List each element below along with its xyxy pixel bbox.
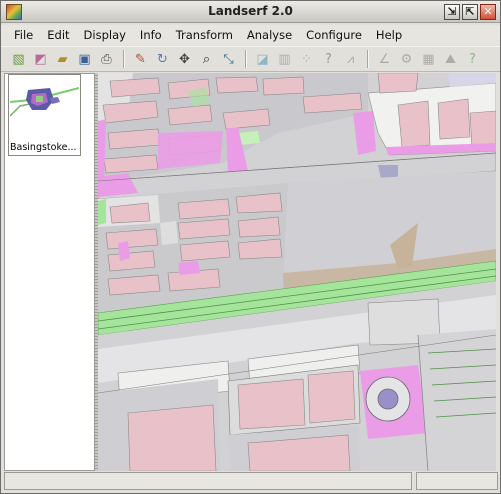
zoom-button[interactable]: ⌕ bbox=[197, 50, 216, 69]
rotate-icon: ↻ bbox=[157, 51, 168, 67]
window-title: Landserf 2.0 bbox=[208, 4, 293, 18]
angle-icon: ∠ bbox=[378, 51, 391, 67]
save-disk-icon: ▣ bbox=[78, 51, 91, 67]
map-right-edge bbox=[496, 73, 500, 471]
app-window: Landserf 2.0 ⇲ ⇱ ✕ File Edit Display Inf… bbox=[0, 0, 501, 494]
annotate-button[interactable]: ◪ bbox=[253, 50, 272, 69]
menu-file[interactable]: File bbox=[7, 26, 40, 44]
terrain-button[interactable]: ⛰ bbox=[441, 50, 460, 69]
save-disk-button[interactable]: ▣ bbox=[75, 50, 94, 69]
status-bar bbox=[4, 472, 498, 491]
status-field-main bbox=[4, 472, 412, 490]
grid-icon: ▦ bbox=[422, 51, 435, 67]
grid-button[interactable]: ▦ bbox=[419, 50, 438, 69]
help-icon: ? bbox=[469, 51, 476, 67]
measure-button[interactable]: ⤡ bbox=[219, 50, 238, 69]
new-vector-button[interactable]: ◩ bbox=[31, 50, 50, 69]
edit-pencil-icon: ✎ bbox=[135, 51, 146, 67]
scatterplot-icon: ⁘ bbox=[301, 51, 312, 67]
minimize-button[interactable]: ⇲ bbox=[444, 4, 460, 20]
query-icon: ? bbox=[325, 51, 332, 67]
annotate-icon: ◪ bbox=[256, 51, 269, 67]
print-button[interactable]: ⎙ bbox=[97, 50, 116, 69]
query-button[interactable]: ? bbox=[319, 50, 338, 69]
rotate-button[interactable]: ↻ bbox=[153, 50, 172, 69]
profile-button[interactable]: ⩘ bbox=[341, 50, 360, 69]
edit-pencil-button[interactable]: ✎ bbox=[131, 50, 150, 69]
scatterplot-button[interactable]: ⁘ bbox=[297, 50, 316, 69]
raster-thumbnail[interactable]: Basingstoke... bbox=[8, 74, 81, 156]
menu-edit[interactable]: Edit bbox=[40, 26, 76, 44]
title-bar[interactable]: Landserf 2.0 ⇲ ⇱ ✕ bbox=[1, 1, 500, 23]
print-icon: ⎙ bbox=[101, 51, 112, 67]
toolbar-separator bbox=[123, 50, 124, 68]
toolbar-separator bbox=[245, 50, 246, 68]
histogram-icon: ▥ bbox=[278, 51, 291, 67]
menu-transform[interactable]: Transform bbox=[169, 26, 240, 44]
new-vector-icon: ◩ bbox=[34, 51, 47, 67]
status-field-secondary bbox=[416, 472, 498, 490]
new-raster-icon: ▧ bbox=[12, 51, 25, 67]
open-folder-icon: ▰ bbox=[57, 51, 68, 67]
toolbar: ▧ ◩ ▰ ▣ ⎙ ✎ ↻ ✥ ⌕ ⤡ ◪ ▥ ⁘? ⩘ ∠ ⚙ ▦ ⛰? bbox=[1, 46, 500, 72]
zoom-icon: ⌕ bbox=[202, 51, 211, 67]
menu-info[interactable]: Info bbox=[133, 26, 169, 44]
measure-icon: ⤡ bbox=[223, 51, 234, 67]
network-button[interactable]: ⚙ bbox=[397, 50, 416, 69]
terrain-icon: ⛰ bbox=[445, 51, 456, 67]
network-icon: ⚙ bbox=[400, 51, 413, 67]
open-folder-button[interactable]: ▰ bbox=[53, 50, 72, 69]
new-raster-button[interactable]: ▧ bbox=[9, 50, 28, 69]
angle-button[interactable]: ∠ bbox=[375, 50, 394, 69]
menu-help[interactable]: Help bbox=[369, 26, 409, 44]
map-canvas[interactable] bbox=[98, 73, 496, 471]
histogram-button[interactable]: ▥ bbox=[275, 50, 294, 69]
raster-list-panel: Basingstoke... bbox=[4, 73, 95, 471]
menu-display[interactable]: Display bbox=[77, 26, 133, 44]
pan-button[interactable]: ✥ bbox=[175, 50, 194, 69]
help-button[interactable]: ? bbox=[463, 50, 482, 69]
map-thumbnail-image bbox=[10, 76, 79, 140]
menu-bar: File Edit Display Info Transform Analyse… bbox=[1, 25, 500, 45]
toolbar-separator bbox=[367, 50, 368, 68]
profile-icon: ⩘ bbox=[346, 51, 355, 67]
maximize-button[interactable]: ⇱ bbox=[462, 4, 478, 20]
menu-configure[interactable]: Configure bbox=[299, 26, 369, 44]
raster-name-label: Basingstoke... bbox=[10, 142, 77, 153]
pan-icon: ✥ bbox=[179, 51, 190, 67]
menu-analyse[interactable]: Analyse bbox=[240, 26, 299, 44]
close-button[interactable]: ✕ bbox=[480, 4, 496, 20]
